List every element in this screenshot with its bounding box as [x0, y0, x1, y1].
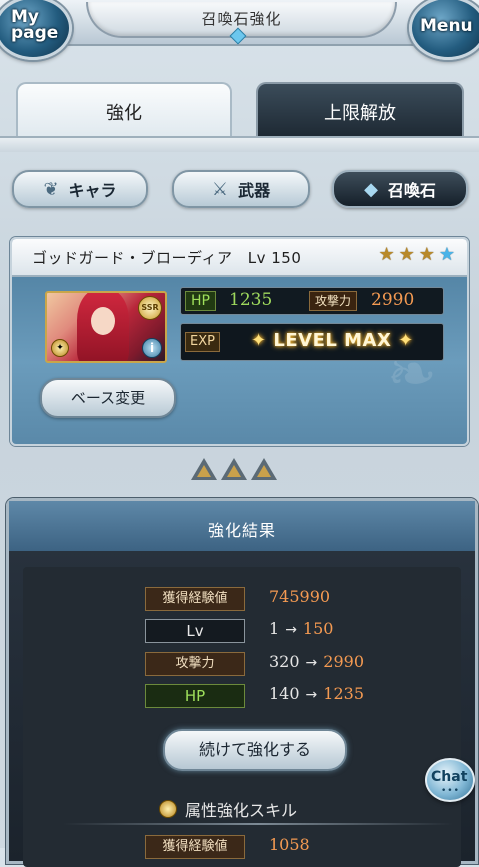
menu-button[interactable]: Menu — [409, 0, 479, 60]
attack-to: 2990 — [323, 652, 364, 671]
result-title: 強化結果 — [207, 521, 276, 540]
attack-change: 320 → 2990 — [269, 652, 364, 671]
base-change-button[interactable]: ベース変更 — [40, 378, 176, 418]
summon-card: ❧ ゴッドガード・ブローディア Lv 150 ★ ★ ★ ★ SSR ✦ i H… — [10, 237, 469, 446]
attack-from: 320 — [269, 652, 300, 671]
summon-card-header: ゴッドガード・ブローディア Lv 150 ★ ★ ★ ★ — [12, 239, 467, 277]
star-icon: ★ — [398, 244, 415, 265]
exp-label: EXP — [185, 332, 220, 352]
character-icon: ❦ — [43, 178, 59, 200]
attack-value: 2990 — [371, 290, 415, 310]
hp-to: 1235 — [323, 684, 364, 703]
category-summon-button[interactable]: ◆ 召喚石 — [332, 170, 468, 208]
triangle-icon — [221, 458, 247, 480]
exp-gained-value: 745990 — [269, 587, 331, 606]
category-character-button[interactable]: ❦ キャラ — [12, 170, 148, 208]
summon-name: ゴッドガード・ブローディア — [32, 249, 233, 267]
summon-thumbnail[interactable]: SSR ✦ i — [45, 291, 167, 363]
element-icon: ✦ — [51, 339, 69, 357]
hp-result-label: HP — [145, 684, 245, 708]
hp-from: 140 — [269, 684, 300, 703]
material-indicator — [191, 458, 277, 480]
info-icon[interactable]: i — [142, 338, 162, 358]
element-skill-header: 属性強化スキル — [159, 797, 297, 821]
stats-row: HP 1235 攻撃力 2990 — [180, 287, 444, 315]
attack-label: 攻撃力 — [309, 291, 358, 311]
star-icon: ★ — [438, 244, 455, 265]
chat-dots-icon: ••• — [441, 786, 460, 796]
exp-row: EXP ✦ LEVEL MAX ✦ — [180, 323, 444, 361]
uncap-stars: ★ ★ ★ ★ — [378, 245, 455, 265]
sparkle-icon: ✦ — [398, 330, 414, 351]
summon-level: Lv 150 — [247, 249, 302, 267]
mypage-label-line2: page — [11, 23, 59, 43]
chat-button[interactable]: Chat ••• — [425, 758, 475, 802]
sparkle-icon: ✦ — [251, 330, 267, 351]
arrow-icon: → — [305, 655, 318, 671]
triangle-icon — [251, 458, 277, 480]
thumbnail-face — [91, 307, 115, 335]
level-max-text: LEVEL MAX — [273, 330, 392, 351]
menu-label: Menu — [420, 16, 473, 36]
category-character-label: キャラ — [68, 181, 117, 200]
hp-label: HP — [185, 291, 216, 311]
element-orb-icon — [159, 800, 177, 818]
result-header: 強化結果 — [9, 501, 475, 551]
level-label: Lv — [145, 619, 245, 643]
hp-change: 140 → 1235 — [269, 684, 364, 703]
triangle-icon — [191, 458, 217, 480]
skill-exp-value: 1058 — [269, 835, 310, 854]
star-icon: ★ — [378, 244, 395, 265]
mypage-button[interactable]: My page — [0, 0, 72, 60]
level-max-indicator: ✦ LEVEL MAX ✦ — [251, 330, 414, 351]
top-header: 召喚石強化 — [0, 0, 479, 46]
skill-exp-label: 獲得経験値 — [145, 835, 245, 859]
element-skill-title: 属性強化スキル — [185, 801, 298, 820]
category-summon-label: 召喚石 — [387, 181, 436, 200]
level-to: 150 — [302, 619, 334, 638]
page-title: 召喚石強化 — [201, 10, 282, 28]
crystal-icon: ◆ — [364, 178, 378, 200]
category-weapon-label: 武器 — [238, 181, 271, 200]
category-weapon-button[interactable]: ⚔ 武器 — [172, 170, 310, 208]
result-panel: 強化結果 獲得経験値 745990 Lv 1 → 150 攻撃力 320 → 2990 … — [6, 498, 478, 867]
tab-uncap[interactable]: 上限解放 — [256, 82, 464, 140]
level-from: 1 — [269, 619, 280, 638]
summon-name-line: ゴッドガード・ブローディア Lv 150 — [32, 247, 301, 268]
level-change: 1 → 150 — [269, 619, 333, 638]
exp-gained-label: 獲得経験値 — [145, 587, 245, 611]
divider — [63, 823, 453, 825]
arrow-icon: → — [305, 687, 318, 703]
result-body: 獲得経験値 745990 Lv 1 → 150 攻撃力 320 → 2990 HP 14… — [23, 567, 461, 867]
rarity-badge: SSR — [138, 296, 162, 320]
chat-label: Chat — [431, 769, 468, 785]
continue-enhance-button[interactable]: 続けて強化する — [163, 729, 347, 771]
tab-enhance[interactable]: 強化 — [16, 82, 232, 140]
mypage-label: My page — [11, 9, 59, 43]
arrow-icon: → — [285, 622, 297, 638]
tab-bar-divider — [0, 136, 479, 152]
star-icon: ★ — [418, 244, 435, 265]
attack-result-label: 攻撃力 — [145, 652, 245, 676]
weapon-icon: ⚔ — [211, 178, 229, 200]
hp-value: 1235 — [229, 290, 273, 310]
